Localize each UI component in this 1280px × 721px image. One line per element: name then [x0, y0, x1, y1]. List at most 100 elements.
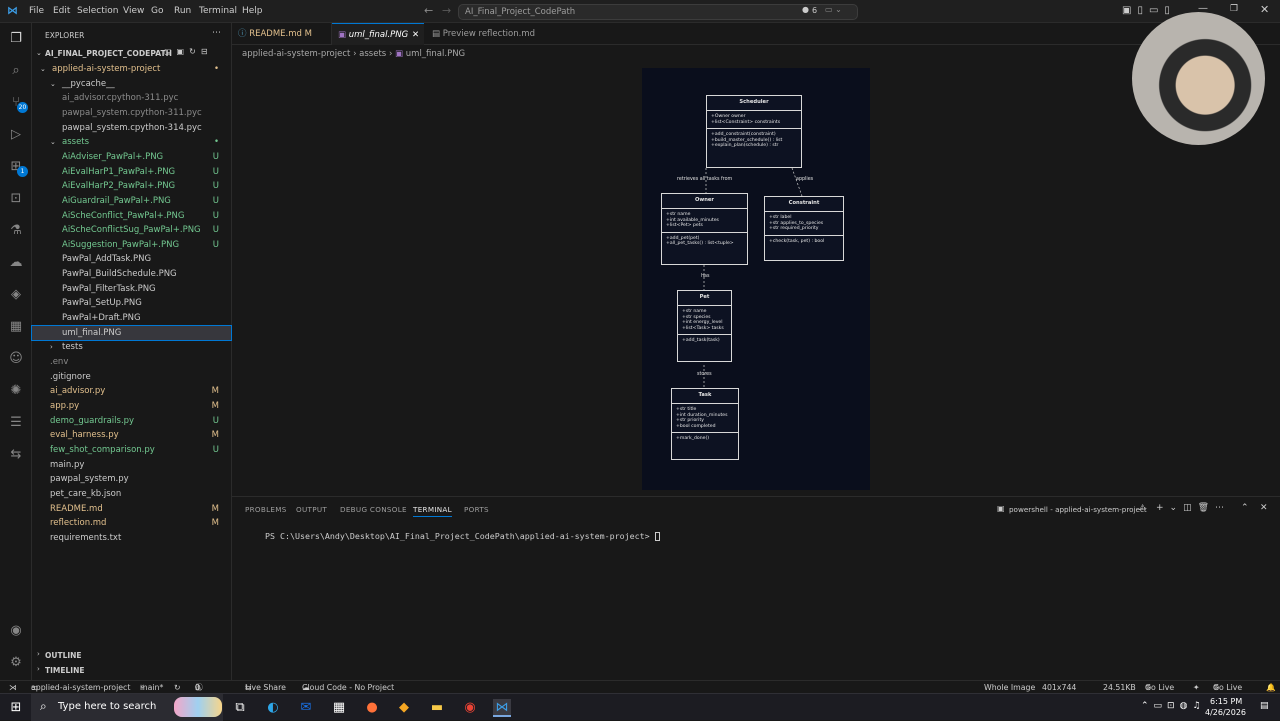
- tree-file[interactable]: ai_advisor.py M: [32, 384, 231, 399]
- tree-folder[interactable]: ⌄ __pycache__: [32, 77, 231, 92]
- tree-folder[interactable]: ⌄ applied-ai-system-project •: [32, 62, 231, 77]
- run-debug-icon[interactable]: ▷: [7, 127, 25, 143]
- tree-file[interactable]: AiEvalHarP1_PawPal+.PNG U: [32, 165, 231, 180]
- terminal-instance-name[interactable]: powershell - applied-ai-system-project: [1009, 505, 1147, 514]
- tray-icons[interactable]: ⌃▭⊡◍♫: [1141, 701, 1206, 711]
- panel-tab-ports[interactable]: PORTS: [464, 505, 489, 514]
- tree-file[interactable]: AiAdviser_PawPal+.PNG U: [32, 150, 231, 165]
- forward-arrow-icon[interactable]: →: [442, 4, 451, 17]
- taskbar-date[interactable]: 4/26/2026: [1205, 708, 1246, 717]
- explorer-more-icon[interactable]: ⋯: [212, 28, 221, 38]
- edge-icon[interactable]: ◐: [264, 699, 282, 717]
- outlook-icon[interactable]: ✉: [297, 699, 315, 717]
- live-share-icon[interactable]: ⇆: [7, 447, 25, 463]
- vscode-taskbar-icon[interactable]: ⋈: [493, 699, 511, 717]
- tree-file[interactable]: AiGuardrail_PawPal+.PNG U: [32, 194, 231, 209]
- tree-file[interactable]: AiEvalHarP2_PawPal+.PNG U: [32, 179, 231, 194]
- restore-icon[interactable]: ❐: [1230, 4, 1238, 14]
- tree-file[interactable]: PawPal_FilterTask.PNG: [32, 282, 231, 297]
- tree-file[interactable]: AiScheConflictSug_PawPal+.PNG U: [32, 223, 231, 238]
- tree-folder[interactable]: › tests: [32, 340, 231, 355]
- task-view-icon[interactable]: ⧉: [231, 699, 249, 717]
- windows-start-icon[interactable]: ⊞: [7, 699, 25, 717]
- menu-file[interactable]: File: [29, 0, 44, 23]
- back-arrow-icon[interactable]: ←: [424, 4, 433, 17]
- tree-file[interactable]: AiScheConflict_PawPal+.PNG U: [32, 209, 231, 224]
- tree-file[interactable]: demo_guardrails.py U: [32, 414, 231, 429]
- menu-go[interactable]: Go: [151, 0, 163, 23]
- copilot-app-icon[interactable]: ◆: [395, 699, 413, 717]
- testing-icon[interactable]: ⚗: [7, 223, 25, 239]
- menu-selection[interactable]: Selection: [77, 0, 118, 23]
- tree-folder[interactable]: ⌄ assets •: [32, 135, 231, 150]
- panel-tab-output[interactable]: OUTPUT: [296, 505, 327, 514]
- timeline-chevron-icon[interactable]: ›: [37, 665, 40, 673]
- tree-file[interactable]: PawPal_SetUp.PNG: [32, 296, 231, 311]
- tab-readme[interactable]: ⓘ README.md M: [232, 23, 332, 45]
- search-icon[interactable]: ⌕: [7, 63, 25, 79]
- panel-maximize-icon[interactable]: ⌃: [1241, 503, 1249, 513]
- tree-file[interactable]: eval_harness.py M: [32, 428, 231, 443]
- tree-file[interactable]: pawpal_system.cpython-311.pyc: [32, 106, 231, 121]
- settings-gear-icon[interactable]: ⚙: [7, 655, 25, 671]
- python-icon[interactable]: ◈: [7, 287, 25, 303]
- menu-help[interactable]: Help: [242, 0, 263, 23]
- tab-uml-final[interactable]: ▣ uml_final.PNG ✕: [332, 23, 424, 45]
- list-icon[interactable]: ☰: [7, 415, 25, 431]
- notification-center-icon[interactable]: ▤: [1260, 701, 1269, 711]
- chrome-icon[interactable]: ◉: [461, 699, 479, 717]
- panel-tab-debug-console[interactable]: DEBUG CONSOLE: [340, 505, 407, 514]
- tree-file[interactable]: uml_final.PNG: [31, 324, 232, 342]
- tree-file[interactable]: pawpal_system.py: [32, 472, 231, 487]
- store-icon[interactable]: ▦: [330, 699, 348, 717]
- taskbar-time[interactable]: 6:15 PM: [1210, 697, 1242, 706]
- panel-tab-terminal[interactable]: TERMINAL: [413, 505, 452, 517]
- panel-tab-problems[interactable]: PROBLEMS: [245, 505, 287, 514]
- accounts-icon[interactable]: ◉: [7, 623, 25, 639]
- tree-file[interactable]: pet_care_kb.json: [32, 487, 231, 502]
- tree-file[interactable]: few_shot_comparison.py U: [32, 443, 231, 458]
- tree-file[interactable]: PawPal_BuildSchedule.PNG: [32, 267, 231, 282]
- tree-file[interactable]: AiSuggestion_PawPal+.PNG U: [32, 238, 231, 253]
- copilot-chat-icon[interactable]: ☺: [7, 351, 25, 367]
- firefox-icon[interactable]: ●: [363, 699, 381, 717]
- menu-run[interactable]: Run: [174, 0, 191, 23]
- tree-file[interactable]: app.py M: [32, 399, 231, 414]
- taskbar-search-box[interactable]: ⌕ Type here to search: [31, 694, 223, 721]
- outline-section[interactable]: OUTLINE: [45, 651, 82, 660]
- file-explorer-icon[interactable]: ▬: [428, 699, 446, 717]
- openai-icon[interactable]: ✺: [7, 383, 25, 399]
- remote-explorer-icon[interactable]: ⊡: [7, 191, 25, 207]
- tree-file[interactable]: .gitignore: [32, 370, 231, 385]
- tree-file[interactable]: main.py: [32, 458, 231, 473]
- menu-edit[interactable]: Edit: [53, 0, 70, 23]
- explorer-actions-icons[interactable]: ▢▣↻⊟: [164, 47, 213, 56]
- layout-toggle-icons[interactable]: ▣▯▭▯: [1122, 5, 1176, 16]
- tree-file[interactable]: PawPal_AddTask.PNG: [32, 252, 231, 267]
- terminal-output[interactable]: PS C:\Users\Andy\Desktop\AI_Final_Projec…: [245, 521, 660, 551]
- tab-preview-reflection[interactable]: ▤ Preview reflection.md: [426, 23, 546, 45]
- panel-actions-icons[interactable]: +⌄◫🗑⋯: [1156, 503, 1230, 513]
- copilot-icon[interactable]: ●: [802, 5, 809, 14]
- tree-file[interactable]: reflection.md M: [32, 516, 231, 531]
- tree-file[interactable]: requirements.txt: [32, 531, 231, 546]
- menu-view[interactable]: View: [123, 0, 144, 23]
- tree-file[interactable]: README.md M: [32, 502, 231, 517]
- tree-file[interactable]: ai_advisor.cpython-311.pyc: [32, 91, 231, 106]
- root-chevron-icon[interactable]: ⌄: [36, 49, 42, 57]
- tree-file[interactable]: .env: [32, 355, 231, 370]
- tree-file[interactable]: PawPal+Draft.PNG: [32, 311, 231, 326]
- tree-file[interactable]: pawpal_system.cpython-314.pyc: [32, 121, 231, 136]
- breadcrumb-item[interactable]: uml_final.PNG: [406, 49, 465, 59]
- outline-chevron-icon[interactable]: ›: [37, 650, 40, 658]
- command-center-search[interactable]: AI_Final_Project_CodePath: [458, 4, 858, 20]
- timeline-section[interactable]: TIMELINE: [45, 666, 84, 675]
- breadcrumb-item[interactable]: assets: [359, 49, 386, 59]
- image-preview[interactable]: Scheduler +Owner owner +list<Constraint>…: [642, 68, 870, 490]
- close-tab-icon[interactable]: ✕: [412, 24, 419, 46]
- breadcrumb-item[interactable]: applied-ai-system-project: [242, 49, 350, 59]
- workspace-root[interactable]: AI_FINAL_PROJECT_CODEPATH: [45, 49, 172, 58]
- containers-icon[interactable]: ▦: [7, 319, 25, 335]
- menu-terminal[interactable]: Terminal: [199, 0, 237, 23]
- explorer-icon[interactable]: ❐: [7, 31, 25, 47]
